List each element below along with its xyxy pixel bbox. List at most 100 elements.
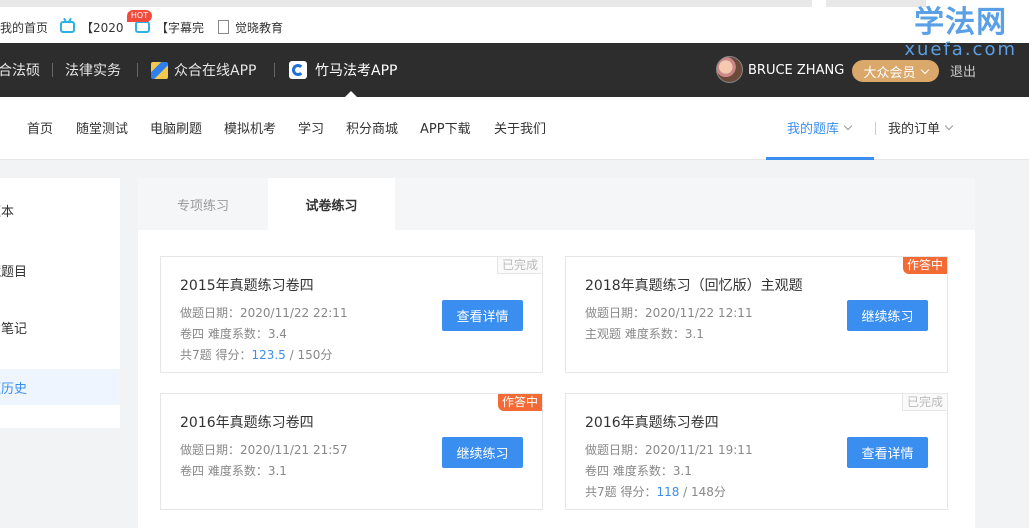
bookmark-juexiao[interactable]: 觉晓教育: [218, 18, 283, 36]
view-details-button[interactable]: 查看详情: [442, 300, 523, 331]
bilibili-tv-icon: [135, 21, 150, 33]
sidebar-item-label: 题本: [0, 204, 15, 220]
topbar-item-label: 众合在线APP: [174, 63, 257, 79]
nav-item-mock-exam[interactable]: 模拟机考: [224, 97, 276, 158]
score-total: / 150分: [285, 348, 333, 362]
date-value: 2020/11/22 12:11: [645, 306, 753, 320]
sidebar-item-question-book[interactable]: 题本: [0, 192, 120, 228]
vip-label: 大众会员: [863, 65, 916, 81]
avatar[interactable]: [716, 56, 743, 83]
exam-card: 作答中 2016年真题练习卷四 做题日期：2020/11/21 21:57 卷四…: [160, 393, 543, 510]
bookmark-label: 【2020: [81, 20, 124, 35]
card-date: 做题日期：2020/11/22 12:11: [585, 304, 753, 321]
card-meta: 卷四 难度系数：3.1: [585, 464, 692, 478]
nav-item-app-download[interactable]: APP下载: [420, 97, 471, 158]
hot-badge: HOT: [127, 10, 152, 22]
continue-practice-button[interactable]: 继续练习: [847, 300, 928, 331]
card-meta: 卷四 难度系数：3.1: [180, 464, 287, 478]
chevron-down-icon: [843, 121, 853, 130]
card-meta: 卷四 难度系数：3.4: [180, 327, 287, 341]
score-prefix: 共7题 得分：: [180, 348, 252, 362]
card-date: 做题日期：2020/11/21 21:57: [180, 441, 348, 458]
nav-my-question-bank-label: 我的题库: [787, 122, 840, 137]
sidebar-item-label: 题历史: [0, 381, 28, 397]
user-name[interactable]: BRUCE ZHANG: [748, 43, 844, 97]
date-label: 做题日期：: [585, 443, 646, 457]
sidebar-item-label: 的笔记: [0, 321, 28, 337]
tab-paper-practice[interactable]: 试卷练习: [268, 178, 395, 230]
exam-card: 已完成 2016年真题练习卷四 做题日期：2020/11/21 19:11 卷四…: [565, 393, 948, 510]
divider: [137, 63, 138, 77]
topbar-item-fashuo[interactable]: 合法硕: [0, 43, 40, 97]
sidebar-item-history[interactable]: 题历史: [0, 369, 120, 405]
nav-my-question-bank[interactable]: 我的题库: [787, 97, 853, 158]
score-total: / 148分: [679, 485, 726, 499]
divider: [52, 63, 53, 77]
date-value: 2020/11/21 21:57: [240, 443, 348, 457]
tab-special-practice[interactable]: 专项练习: [138, 178, 268, 230]
bookmark-label: 【字幕完: [156, 20, 205, 35]
bookmark-label: 我的首页: [0, 20, 49, 35]
bookmark-home[interactable]: 我的首页: [0, 18, 48, 36]
nav-my-orders-label: 我的订单: [888, 122, 941, 137]
continue-practice-button[interactable]: 继续练习: [442, 437, 523, 468]
bookmarks-bar: 我的首页 【2020 【字幕完 觉晓教育: [0, 0, 1029, 43]
card-score: 共7题 得分：123.5 / 150分: [180, 346, 332, 363]
sidebar-item-label: 藏题目: [0, 264, 28, 280]
score-value: 123.5: [251, 348, 286, 362]
chevron-down-icon: [920, 65, 929, 74]
topbar-item-zhuma-app[interactable]: 竹马法考APP: [289, 43, 397, 97]
exam-card: 已完成 2015年真题练习卷四 做题日期：2020/11/22 22:11 卷四…: [160, 256, 543, 373]
sidebar: 题本 藏题目 的笔记 题历史: [0, 178, 120, 428]
nav-item-study[interactable]: 学习: [298, 97, 324, 158]
score-prefix: 共7题 得分：: [585, 485, 657, 499]
topbar-item-practice[interactable]: 法律实务: [65, 43, 121, 97]
date-value: 2020/11/22 22:11: [240, 306, 348, 320]
content-panel: 专项练习 试卷练习 已完成 2015年真题练习卷四 做题日期：2020/11/2…: [138, 178, 975, 528]
address-bar-edge: [0, 0, 812, 7]
card-meta: 主观题 难度系数：3.1: [585, 327, 704, 341]
nav-item-about[interactable]: 关于我们: [494, 97, 546, 158]
nav-item-points-mall[interactable]: 积分商城: [346, 97, 398, 158]
logo-en-text: xuefa.com: [904, 39, 1017, 60]
view-details-button[interactable]: 查看详情: [847, 437, 928, 468]
status-badge: 作答中: [902, 257, 947, 274]
topbar-item-zhonghe-app[interactable]: 众合在线APP: [151, 43, 256, 97]
logo-cn-text: 学法网: [914, 5, 1008, 40]
divider: [274, 63, 275, 77]
bookmark-label: 觉晓教育: [235, 20, 284, 35]
card-title: 2016年真题练习卷四: [180, 415, 314, 431]
page-icon: [218, 20, 229, 34]
nav-my-orders[interactable]: 我的订单: [888, 97, 954, 158]
sidebar-item-favorites[interactable]: 藏题目: [0, 252, 120, 288]
sidebar-item-notes[interactable]: 的笔记: [0, 309, 120, 345]
zhonghe-app-icon: [151, 61, 168, 79]
score-value: 118: [656, 485, 680, 499]
card-score: 共7题 得分：118 / 148分: [585, 483, 726, 500]
topbar-item-label: 竹马法考APP: [315, 63, 398, 79]
nav-item-home[interactable]: 首页: [27, 97, 53, 158]
topbar-item-label: 法律实务: [65, 63, 121, 79]
date-value: 2020/11/21 19:11: [645, 443, 753, 457]
nav-item-quiz[interactable]: 随堂测试: [76, 97, 128, 158]
date-label: 做题日期：: [180, 443, 241, 457]
tabs-bar: 专项练习 试卷练习: [138, 178, 975, 230]
nav-item-pc-practice[interactable]: 电脑刷题: [150, 97, 202, 158]
active-nav-underline: [766, 157, 874, 160]
exam-card: 作答中 2018年真题练习（回忆版）主观题 做题日期：2020/11/22 12…: [565, 256, 948, 373]
card-date: 做题日期：2020/11/21 19:11: [585, 441, 753, 458]
card-date: 做题日期：2020/11/22 22:11: [180, 304, 348, 321]
status-badge: 作答中: [497, 394, 542, 411]
card-title: 2015年真题练习卷四: [180, 278, 314, 294]
xuefa-logo: 学法网 xuefa.com: [904, 6, 1017, 60]
divider: [875, 122, 876, 135]
vip-membership-button[interactable]: 大众会员: [852, 60, 939, 82]
chevron-down-icon: [944, 121, 954, 130]
date-label: 做题日期：: [585, 306, 646, 320]
bookmark-2020[interactable]: 【2020: [60, 18, 124, 36]
date-label: 做题日期：: [180, 306, 241, 320]
topbar-item-label: 合法硕: [0, 63, 40, 79]
bilibili-tv-icon: [60, 21, 75, 33]
status-badge: 已完成: [496, 257, 542, 274]
zhuma-app-icon: [289, 61, 307, 79]
